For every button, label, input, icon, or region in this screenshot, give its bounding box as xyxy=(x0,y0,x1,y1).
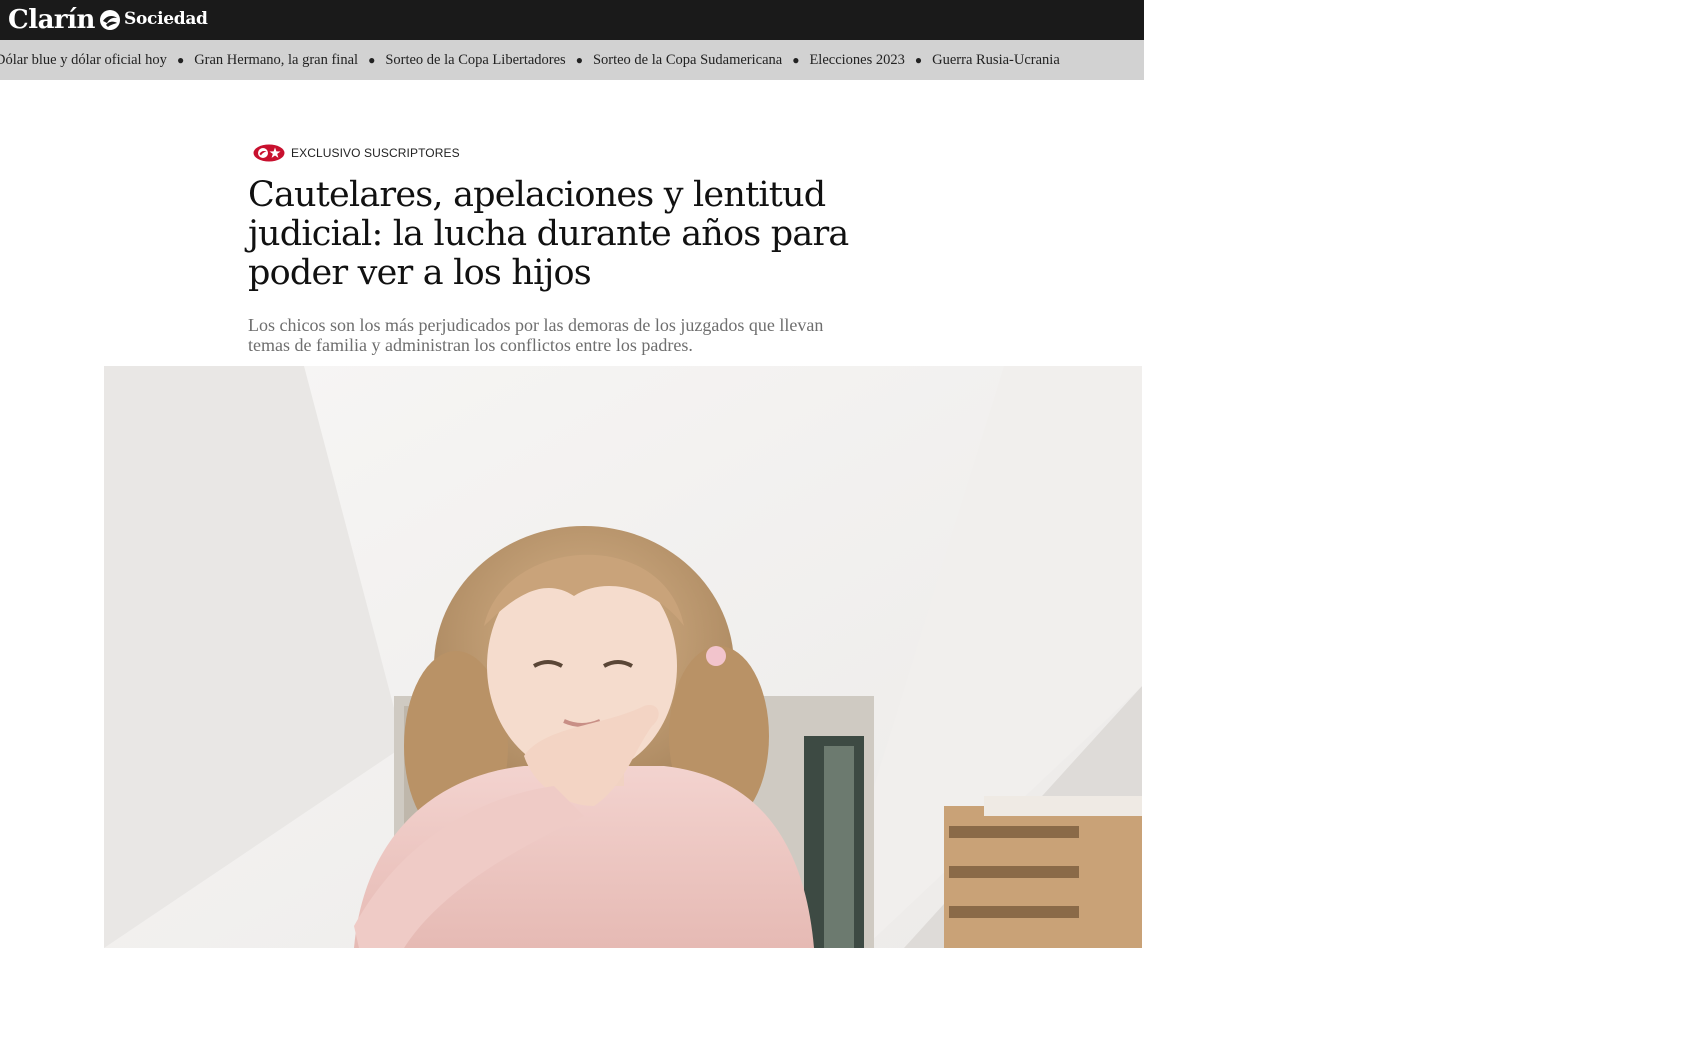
brand-name: Clarín xyxy=(8,5,95,35)
trending-item-elecciones[interactable]: Elecciones 2023 xyxy=(809,52,904,69)
bullet-separator: ● xyxy=(368,52,376,67)
trending-item-dolar[interactable]: Dólar blue y dólar oficial hoy xyxy=(0,52,167,69)
top-navigation-bar: Clarín Sociedad xyxy=(0,0,1144,40)
bullet-separator: ● xyxy=(575,52,583,67)
trending-item-guerra[interactable]: Guerra Rusia-Ucrania xyxy=(932,52,1060,69)
trending-item-gran-hermano[interactable]: Gran Hermano, la gran final xyxy=(194,52,358,69)
trending-item-copa-sudamericana[interactable]: Sorteo de la Copa Sudamericana xyxy=(593,52,782,69)
clarin-logo[interactable]: Clarín xyxy=(8,2,121,38)
article-headline: Cautelares, apelaciones y lentitud judic… xyxy=(248,175,849,293)
trending-list: Dólar blue y dólar oficial hoy ● Gran He… xyxy=(0,40,1060,80)
bullet-separator: ● xyxy=(914,52,923,67)
trending-item-copa-libertadores[interactable]: Sorteo de la Copa Libertadores xyxy=(385,52,565,69)
subscriber-star-icon xyxy=(253,144,285,162)
hero-image xyxy=(104,366,1142,948)
bullet-separator: ● xyxy=(176,52,185,67)
clarin-logo-icon xyxy=(99,9,121,31)
subscriber-badge: EXCLUSIVO SUSCRIPTORES xyxy=(253,143,460,163)
article-summary: Los chicos son los más perjudicados por … xyxy=(248,315,824,355)
bullet-separator: ● xyxy=(792,52,800,67)
badge-label: EXCLUSIVO SUSCRIPTORES xyxy=(291,146,460,160)
trending-topics-bar: Dólar blue y dólar oficial hoy ● Gran He… xyxy=(0,40,1144,80)
section-link-sociedad[interactable]: Sociedad xyxy=(124,9,208,29)
